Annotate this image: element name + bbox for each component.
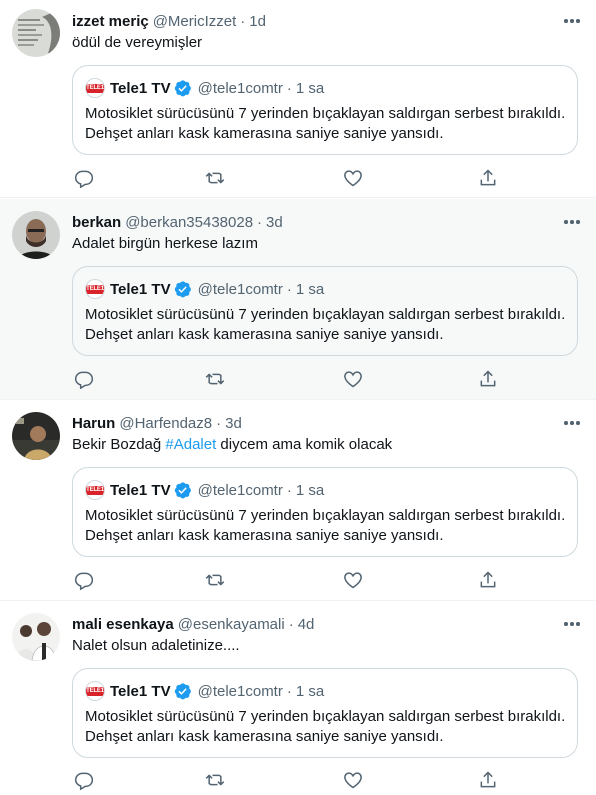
quoted-tweet[interactable]: TELE1 Tele1 TV @tele1comtr · 1 sa Motosi… <box>72 467 578 557</box>
author-handle[interactable]: @Harfendaz8 <box>119 415 212 432</box>
quoted-author-handle: @tele1comtr <box>197 481 283 499</box>
tele1-logo: TELE1 <box>85 480 105 500</box>
tweet-text-after: diycem ama komik olacak <box>216 436 393 453</box>
separator-dot: · <box>286 280 292 298</box>
quoted-text: Motosiklet sürücüsünü 7 yerinden bıçakla… <box>85 305 567 345</box>
quoted-tweet[interactable]: TELE1 Tele1 TV @tele1comtr · 1 sa Motosi… <box>72 266 578 356</box>
author-name[interactable]: izzet meriç <box>72 13 149 30</box>
tweet-text: Nalet olsun adaletinize.... <box>72 637 240 654</box>
quoted-text-line1: Motosiklet sürücüsünü 7 yerinden bıçakla… <box>85 306 566 323</box>
avatar[interactable] <box>12 211 60 259</box>
tweet-actions <box>72 369 502 389</box>
like-icon[interactable] <box>343 770 363 790</box>
timestamp[interactable]: 3d <box>266 214 283 231</box>
share-icon[interactable] <box>478 570 498 590</box>
more-icon[interactable] <box>562 12 582 30</box>
author-name[interactable]: Harun <box>72 415 115 432</box>
separator-dot: · <box>286 481 292 499</box>
separator-dot: · <box>288 615 294 633</box>
tele1-logo: TELE1 <box>85 279 105 299</box>
quoted-author-handle: @tele1comtr <box>197 682 283 700</box>
tweet-actions <box>72 168 502 188</box>
more-icon[interactable] <box>562 213 582 231</box>
tweet-actions <box>72 570 502 590</box>
quoted-timestamp: 1 sa <box>295 481 325 499</box>
tele1-logo: TELE1 <box>85 78 105 98</box>
avatar[interactable] <box>12 613 60 661</box>
separator-dot: · <box>286 79 292 97</box>
timestamp[interactable]: 3d <box>225 415 242 432</box>
tweet[interactable]: mali esenkaya @esenkayamali · 4d Nalet o… <box>0 602 596 795</box>
author-handle[interactable]: @esenkayamali <box>178 616 285 633</box>
avatar[interactable] <box>12 9 60 57</box>
quoted-author-name: Tele1 TV <box>110 79 171 97</box>
separator-dot: · <box>286 682 292 700</box>
timestamp[interactable]: 1d <box>249 13 266 30</box>
quoted-text-line2: Dehşet anları kask kamerasına saniye san… <box>85 326 444 343</box>
retweet-icon[interactable] <box>205 369 225 389</box>
tweet-text: Adalet birgün herkese lazım <box>72 235 258 252</box>
quoted-text-line2: Dehşet anları kask kamerasına saniye san… <box>85 527 444 544</box>
author-name[interactable]: mali esenkaya <box>72 616 174 633</box>
verified-icon <box>174 281 191 298</box>
tweet-text: ödül de vereymişler <box>72 34 203 51</box>
reply-icon[interactable] <box>74 168 94 188</box>
hashtag-link[interactable]: #Adalet <box>165 436 216 453</box>
retweet-icon[interactable] <box>205 168 225 188</box>
reply-icon[interactable] <box>74 770 94 790</box>
share-icon[interactable] <box>478 770 498 790</box>
more-icon[interactable] <box>562 414 582 432</box>
quoted-text-line1: Motosiklet sürücüsünü 7 yerinden bıçakla… <box>85 507 566 524</box>
quoted-author-name: Tele1 TV <box>110 280 171 298</box>
author-handle[interactable]: @berkan35438028 <box>125 214 253 231</box>
quoted-timestamp: 1 sa <box>295 280 325 298</box>
quoted-text-line2: Dehşet anları kask kamerasına saniye san… <box>85 728 444 745</box>
share-icon[interactable] <box>478 168 498 188</box>
quoted-tweet[interactable]: TELE1 Tele1 TV @tele1comtr · 1 sa Motosi… <box>72 65 578 155</box>
quoted-author-handle: @tele1comtr <box>197 79 283 97</box>
tweet[interactable]: izzet meriç @MericIzzet · 1d ödül de ver… <box>0 0 596 198</box>
quoted-text-line1: Motosiklet sürücüsünü 7 yerinden bıçakla… <box>85 105 566 122</box>
like-icon[interactable] <box>343 369 363 389</box>
retweet-icon[interactable] <box>205 570 225 590</box>
quoted-text: Motosiklet sürücüsünü 7 yerinden bıçakla… <box>85 506 567 546</box>
reply-icon[interactable] <box>74 570 94 590</box>
tweet-actions <box>72 770 502 790</box>
quoted-author-name: Tele1 TV <box>110 481 171 499</box>
tweet-text: Bekir Bozdağ #Adalet diycem ama komik ol… <box>72 435 580 455</box>
reply-icon[interactable] <box>74 369 94 389</box>
separator-dot: · <box>240 12 246 30</box>
tweet-text-before: Bekir Bozdağ <box>72 436 166 453</box>
quoted-author-handle: @tele1comtr <box>197 280 283 298</box>
quoted-text: Motosiklet sürücüsünü 7 yerinden bıçakla… <box>85 707 567 747</box>
author-name[interactable]: berkan <box>72 214 121 231</box>
like-icon[interactable] <box>343 570 363 590</box>
quoted-text-line2: Dehşet anları kask kamerasına saniye san… <box>85 125 444 142</box>
separator-dot: · <box>257 213 263 231</box>
quoted-text-line1: Motosiklet sürücüsünü 7 yerinden bıçakla… <box>85 708 566 725</box>
more-icon[interactable] <box>562 615 582 633</box>
like-icon[interactable] <box>343 168 363 188</box>
avatar[interactable] <box>12 412 60 460</box>
share-icon[interactable] <box>478 369 498 389</box>
tele1-logo: TELE1 <box>85 681 105 701</box>
verified-icon <box>174 683 191 700</box>
author-handle[interactable]: @MericIzzet <box>153 13 237 30</box>
quoted-timestamp: 1 sa <box>295 79 325 97</box>
quoted-author-name: Tele1 TV <box>110 682 171 700</box>
timestamp[interactable]: 4d <box>298 616 315 633</box>
separator-dot: · <box>216 414 222 432</box>
verified-icon <box>174 80 191 97</box>
tweet[interactable]: Harun @Harfendaz8 · 3d Bekir Bozdağ #Ada… <box>0 401 596 601</box>
tweet[interactable]: berkan @berkan35438028 · 3d Adalet birgü… <box>0 199 596 400</box>
verified-icon <box>174 482 191 499</box>
retweet-icon[interactable] <box>205 770 225 790</box>
quoted-tweet[interactable]: TELE1 Tele1 TV @tele1comtr · 1 sa Motosi… <box>72 668 578 758</box>
quoted-text: Motosiklet sürücüsünü 7 yerinden bıçakla… <box>85 104 567 144</box>
quoted-timestamp: 1 sa <box>295 682 325 700</box>
